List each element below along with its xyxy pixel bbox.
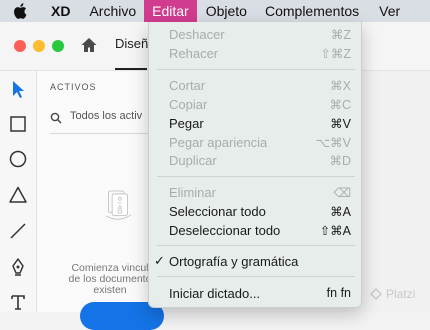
- tools-panel: [0, 71, 37, 312]
- menu-item-pegar-apariencia[interactable]: Pegar apariencia ⌥⌘V: [149, 133, 363, 151]
- menu-item-ortografia[interactable]: ✓ Ortografía y gramática: [149, 252, 363, 270]
- menu-item-rehacer[interactable]: Rehacer ⇧⌘Z: [149, 44, 363, 62]
- tab-active-indicator: [115, 68, 147, 70]
- line-icon[interactable]: [8, 221, 28, 241]
- edit-menu-dropdown: Deshacer ⌘Z Rehacer ⇧⌘Z Cortar ⌘X Copiar…: [148, 22, 362, 308]
- select-arrow-icon[interactable]: [8, 79, 28, 99]
- menu-item-shortcut: ⌘V: [330, 116, 351, 131]
- menu-bar: XD Archivo Editar Objeto Complementos Ve…: [0, 0, 430, 22]
- assets-title: ACTIVOS: [50, 82, 97, 92]
- menu-item-shortcut: ⌘D: [329, 153, 351, 168]
- menu-item-shortcut: ⇧⌘A: [319, 223, 351, 238]
- ellipse-icon[interactable]: [8, 149, 28, 169]
- menu-item-label: Seleccionar todo: [169, 203, 266, 219]
- assets-help-text: Comienza vincul de los documento existen: [60, 263, 160, 296]
- watermark-text: Platzi: [386, 287, 416, 301]
- assets-search-input[interactable]: Todos los activ: [70, 110, 142, 122]
- menu-item-dictado[interactable]: Iniciar dictado... fn fn: [149, 284, 363, 302]
- tab-diseno[interactable]: Diseñ: [115, 36, 148, 51]
- menu-item-deseleccionar-todo[interactable]: Deseleccionar todo ⇧⌘A: [149, 221, 363, 239]
- rectangle-icon[interactable]: [8, 114, 28, 134]
- menu-separator: [157, 176, 355, 177]
- text-icon[interactable]: [8, 292, 28, 312]
- search-icon: [50, 111, 62, 124]
- menu-complementos[interactable]: Complementos: [259, 0, 365, 22]
- assets-empty-illustration: [106, 190, 132, 220]
- menu-item-shortcut: ⌥⌘V: [315, 135, 351, 150]
- menu-item-label: Pegar: [169, 115, 204, 131]
- menu-item-cortar[interactable]: Cortar ⌘X: [149, 76, 363, 94]
- delete-key-icon: ⌫: [333, 185, 351, 200]
- home-icon[interactable]: [80, 36, 98, 54]
- menu-item-label: Ortografía y gramática: [169, 253, 299, 269]
- menu-app-name[interactable]: XD: [45, 0, 76, 22]
- menu-item-seleccionar-todo[interactable]: Seleccionar todo ⌘A: [149, 202, 363, 220]
- menu-item-pegar[interactable]: Pegar ⌘V: [149, 114, 363, 132]
- triangle-icon[interactable]: [8, 185, 28, 205]
- menu-item-label: Pegar apariencia: [169, 134, 268, 150]
- assets-help-line-3: existen: [93, 284, 127, 296]
- menu-item-shortcut: ⌘Z: [330, 27, 351, 42]
- menu-ver[interactable]: Ver: [373, 0, 406, 22]
- menu-item-duplicar[interactable]: Duplicar ⌘D: [149, 151, 363, 169]
- menu-item-copiar[interactable]: Copiar ⌘C: [149, 95, 363, 113]
- menu-item-label: Eliminar: [169, 184, 216, 200]
- menu-separator: [157, 245, 355, 246]
- zoom-window-button[interactable]: [52, 40, 64, 52]
- menu-item-label: Rehacer: [169, 45, 219, 61]
- minimize-window-button[interactable]: [33, 40, 45, 52]
- menu-item-shortcut: ⌘A: [330, 204, 351, 219]
- menu-item-shortcut: ⌘X: [330, 78, 351, 93]
- menu-item-label: Iniciar dictado...: [169, 285, 261, 301]
- menu-item-label: Duplicar: [169, 152, 217, 168]
- menu-separator: [157, 69, 355, 70]
- menu-item-label: Copiar: [169, 96, 208, 112]
- apple-logo-icon[interactable]: [13, 3, 31, 19]
- menu-item-label: Deshacer: [169, 26, 225, 42]
- assets-divider: [50, 133, 157, 134]
- menu-editar[interactable]: Editar: [144, 0, 197, 22]
- pen-icon[interactable]: [8, 257, 28, 277]
- menu-archivo[interactable]: Archivo: [83, 0, 142, 22]
- menu-item-shortcut: ⌘C: [329, 97, 351, 112]
- platzi-logo-icon: [370, 288, 382, 300]
- menu-objeto[interactable]: Objeto: [200, 0, 253, 22]
- menu-separator: [157, 276, 355, 277]
- menu-item-eliminar[interactable]: Eliminar ⌫: [149, 183, 363, 201]
- menu-item-shortcut: ⇧⌘Z: [320, 46, 351, 61]
- menu-item-deshacer[interactable]: Deshacer ⌘Z: [149, 25, 363, 43]
- platzi-watermark: Platzi: [370, 287, 415, 301]
- menu-item-label: Cortar: [169, 77, 206, 93]
- menu-item-shortcut: fn fn: [326, 286, 351, 300]
- menu-item-label: Deseleccionar todo: [169, 222, 281, 238]
- close-window-button[interactable]: [14, 40, 26, 52]
- checkmark-icon: ✓: [154, 253, 165, 268]
